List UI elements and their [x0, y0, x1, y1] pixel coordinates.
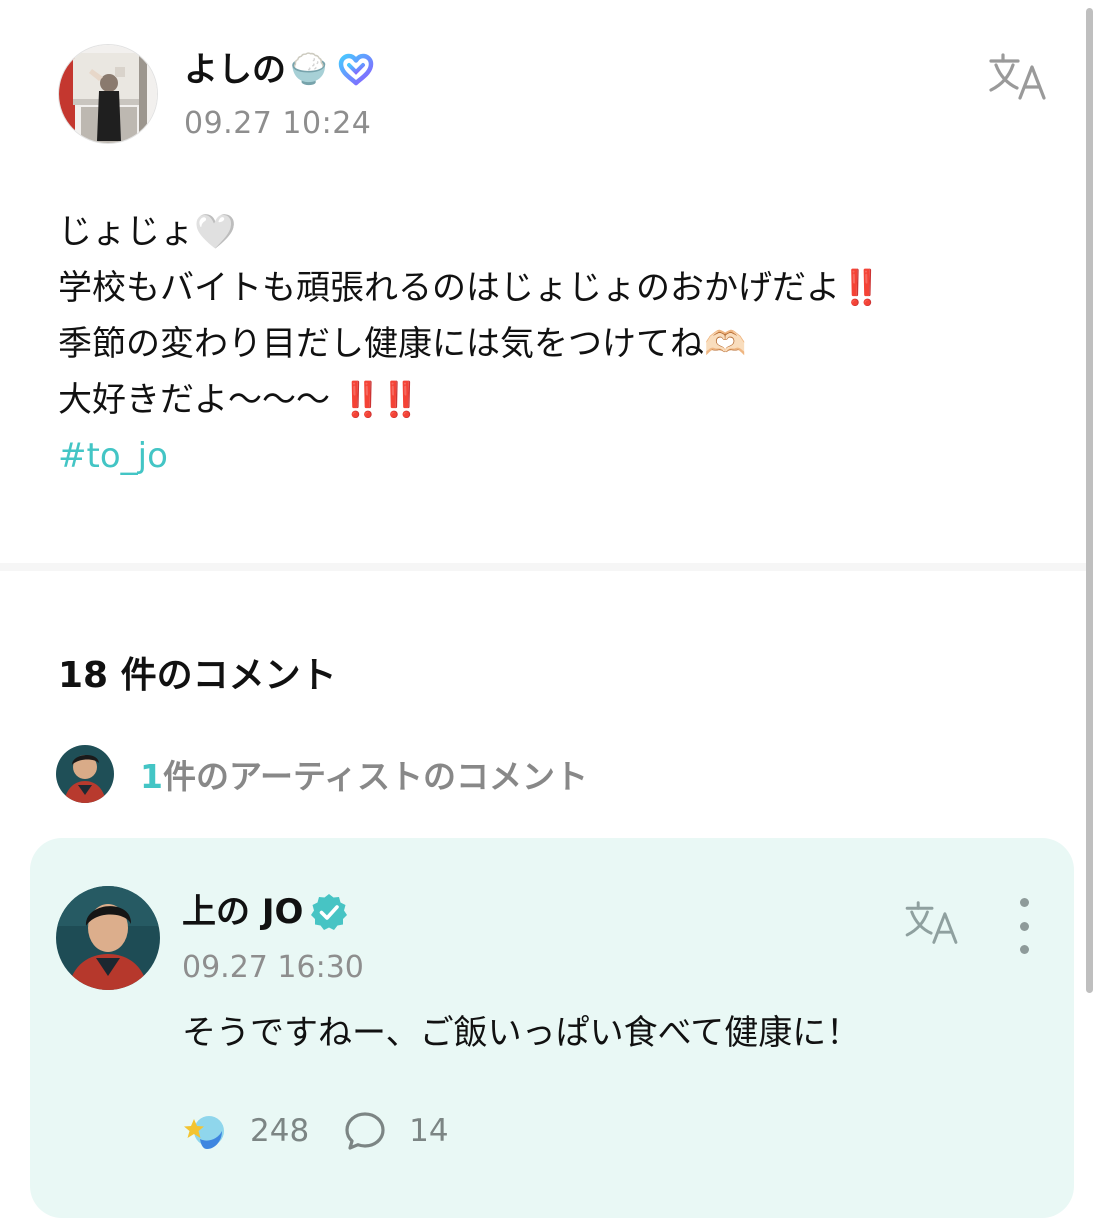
like-reaction-icon [184, 1116, 224, 1149]
comment-timestamp: 09.27 16:30 [182, 950, 364, 985]
heart-hands-emoji: 🫶🏻 [704, 324, 747, 364]
comment-text: そうですねー、ご飯いっぱい食べて健康に！ [182, 1013, 861, 1053]
post-line: #to_jo [58, 428, 1058, 484]
post-line: 学校もバイトも頑張れるのはじょじょのおかげだよ‼️ [58, 260, 1058, 316]
verified-badge-icon [311, 894, 348, 930]
artist-comments-row[interactable]: 1件のアーティストのコメント [56, 744, 588, 804]
author-name-text: よしの [184, 50, 286, 90]
comment-stats: 248 14 [182, 1106, 449, 1156]
hashtag-link[interactable]: #to_jo [58, 436, 168, 476]
post-line: 季節の変わり目だし健康には気をつけてね🫶🏻 [58, 316, 1058, 372]
translate-icon[interactable] [988, 52, 1048, 102]
like-count: 248 [250, 1113, 310, 1149]
double-exclamation-emoji: ‼️‼️ [340, 380, 422, 420]
reply-count: 14 [409, 1113, 449, 1149]
post-line: 大好きだよ〜〜〜 ‼️‼️ [58, 372, 1058, 428]
author-name[interactable]: よしの 🍚 [184, 48, 375, 92]
artist-comments-text: 件のアーティストのコメント [162, 757, 589, 796]
post-line-text: 学校もバイトも頑張れるのはじょじょのおかげだよ [58, 268, 840, 308]
artist-avatar-small [56, 745, 114, 803]
double-exclamation-emoji: ‼️ [840, 268, 882, 308]
artist-comment-card: 上の JO 09.27 16:30 そうですねー、ご飯いっぱい食べて健康に！ 2… [30, 838, 1074, 1218]
scrollbar[interactable] [1086, 8, 1093, 993]
artist-name[interactable]: 上の JO [182, 888, 349, 936]
post-line-text: 季節の変わり目だし健康には気をつけてね [58, 324, 704, 364]
post-line: じょじょ🤍 [58, 204, 1058, 260]
post-line-text: 大好きだよ〜〜〜 [58, 380, 341, 420]
artist-comments-label: 1件のアーティストのコメント [140, 750, 588, 798]
section-divider [0, 563, 1086, 571]
rice-bowl-emoji: 🍚 [290, 52, 328, 87]
white-heart-emoji: 🤍 [194, 212, 237, 252]
artist-avatar[interactable] [56, 886, 160, 990]
post-timestamp: 09.27 10:24 [184, 106, 372, 141]
reply-button[interactable]: 14 [343, 1110, 449, 1152]
artist-name-text: 上の JO [182, 892, 304, 932]
artist-comments-count: 1 [140, 757, 163, 796]
comment-count-heading: 18 件のコメント [58, 655, 337, 696]
comment-translate-icon[interactable] [904, 900, 960, 946]
post-body: じょじょ🤍 学校もバイトも頑張れるのはじょじょのおかげだよ‼️ 季節の変わり目だ… [58, 204, 1058, 484]
author-avatar[interactable] [58, 44, 158, 144]
more-vertical-icon[interactable] [1012, 898, 1036, 954]
post-header: よしの 🍚 09.27 10:24 [58, 44, 1058, 154]
heart-membership-badge-icon [339, 53, 374, 86]
like-button[interactable]: 248 [182, 1109, 309, 1153]
post-line-text: じょじょ [58, 212, 194, 252]
comment-bubble-icon [345, 1112, 385, 1150]
